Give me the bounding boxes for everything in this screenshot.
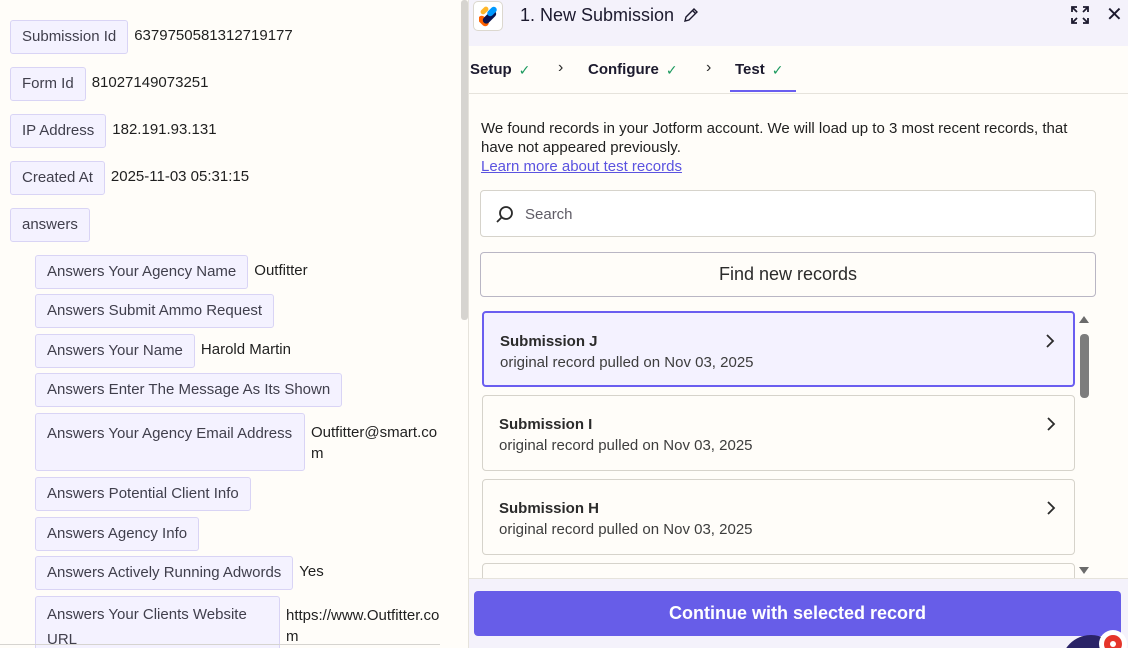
answer-value: Outfitter <box>254 262 308 279</box>
answer-key: Answers Potential Client Info <box>35 477 251 511</box>
field-value: 182.191.93.131 <box>112 121 217 138</box>
record-item[interactable]: Submission J original record pulled on N… <box>482 311 1075 387</box>
submission-data-panel: Submission Id 6379750581312719177 Form I… <box>0 0 468 648</box>
close-icon[interactable]: ✕ <box>1106 5 1123 25</box>
answer-key: Answers Your Name <box>35 334 195 368</box>
scroll-thumb[interactable] <box>1080 334 1089 398</box>
answer-value: Harold Martin <box>200 341 291 358</box>
search-input[interactable] <box>525 201 1075 227</box>
search-icon <box>496 206 513 223</box>
answer-key: Answers Submit Ammo Request <box>35 294 275 328</box>
step-drawer: 1. New Submission ✕ Setup ✓ › Configure … <box>468 0 1128 648</box>
answer-row: Answers Agency Info <box>35 517 200 551</box>
record-item[interactable]: Submission H original record pulled on N… <box>482 479 1075 555</box>
check-icon: ✓ <box>665 62 678 78</box>
notification-badge-icon <box>1099 630 1127 648</box>
record-item[interactable]: Submission I original record pulled on N… <box>482 395 1075 471</box>
answer-row: Answers Submit Ammo Request <box>35 294 275 328</box>
answer-row: Answers Your Agency Email Address Outfit… <box>35 413 445 471</box>
test-intro-text: We found records in your Jotform account… <box>481 120 1068 156</box>
field-submission-id: Submission Id 6379750581312719177 <box>10 20 293 54</box>
record-name: Submission J <box>500 333 598 350</box>
check-icon: ✓ <box>771 62 784 78</box>
tab-setup[interactable]: Setup ✓ <box>470 60 530 80</box>
answer-key: Answers Your Clients Website URL <box>35 596 280 648</box>
answer-value: https://www.Outfitter.com <box>286 607 440 645</box>
field-value: 6379750581312719177 <box>134 27 293 44</box>
answer-value: Yes <box>299 563 324 580</box>
field-created-at: Created At 2025-11-03 05:31:15 <box>10 161 249 195</box>
record-item[interactable] <box>482 563 1075 578</box>
scroll-down-arrow-icon[interactable] <box>1079 567 1089 574</box>
drawer-footer: Continue with selected record <box>469 578 1128 648</box>
record-subtitle: original record pulled on Nov 03, 2025 <box>500 354 754 371</box>
tab-label: Setup <box>470 61 512 78</box>
expand-icon[interactable] <box>1070 5 1090 30</box>
record-name: Submission I <box>499 416 593 433</box>
answer-row: Answers Enter The Message As Its Shown <box>35 373 343 407</box>
records-list: Submission J original record pulled on N… <box>480 308 1077 578</box>
answer-key: Answers Your Agency Email Address <box>35 413 305 471</box>
field-key: Created At <box>10 161 105 195</box>
field-key: Submission Id <box>10 20 129 54</box>
divider <box>0 644 440 645</box>
step-tabs: Setup ✓ › Configure ✓ › Test ✓ <box>469 46 1128 94</box>
chevron-right-icon <box>1047 501 1056 515</box>
tab-configure[interactable]: Configure ✓ <box>588 60 678 80</box>
answer-row: Answers Your Clients Website URL https:/… <box>35 596 445 648</box>
chevron-right-icon <box>1046 334 1055 348</box>
answer-key: Answers Agency Info <box>35 517 200 551</box>
chevron-right-icon: › <box>706 59 712 76</box>
answer-key: Answers Enter The Message As Its Shown <box>35 373 343 407</box>
scroll-up-arrow-icon[interactable] <box>1079 316 1089 323</box>
active-tab-indicator <box>730 90 796 92</box>
drawer-header: 1. New Submission ✕ <box>469 0 1128 46</box>
record-name: Submission H <box>499 500 600 517</box>
chevron-right-icon: › <box>558 59 564 76</box>
field-answers: answers <box>10 208 90 242</box>
continue-with-selected-record-button[interactable]: Continue with selected record <box>474 591 1121 636</box>
records-scrollbar[interactable] <box>1077 314 1091 576</box>
check-icon: ✓ <box>518 62 531 78</box>
chevron-right-icon <box>1047 417 1056 431</box>
field-key: answers <box>10 208 90 242</box>
learn-more-link[interactable]: Learn more about test records <box>481 157 682 176</box>
jotform-logo-icon <box>473 1 503 31</box>
field-key: Form Id <box>10 67 86 101</box>
field-form-id: Form Id 81027149073251 <box>10 67 208 101</box>
record-subtitle: original record pulled on Nov 03, 2025 <box>499 521 753 538</box>
field-key: IP Address <box>10 114 107 148</box>
record-subtitle: original record pulled on Nov 03, 2025 <box>499 437 753 454</box>
answer-row: Answers Potential Client Info <box>35 477 251 511</box>
answer-key: Answers Actively Running Adwords <box>35 556 294 590</box>
tab-label: Test <box>735 61 765 78</box>
step-title: 1. New Submission <box>520 5 675 25</box>
answer-row: Answers Actively Running Adwords Yes <box>35 556 324 590</box>
find-new-records-button[interactable]: Find new records <box>480 252 1096 297</box>
answer-row: Answers Your Name Harold Martin <box>35 334 291 368</box>
field-value: 2025-11-03 05:31:15 <box>110 168 250 185</box>
field-value: 81027149073251 <box>91 74 209 91</box>
record-search[interactable] <box>480 190 1096 237</box>
answer-key: Answers Your Agency Name <box>35 255 249 289</box>
field-ip-address: IP Address 182.191.93.131 <box>10 114 217 148</box>
answer-value: Outfitter@smart.com <box>311 424 438 462</box>
tab-test[interactable]: Test ✓ <box>735 60 783 80</box>
pencil-icon[interactable] <box>683 7 699 28</box>
answer-row: Answers Your Agency Name Outfitter <box>35 255 308 289</box>
tab-label: Configure <box>588 61 659 78</box>
left-panel-scrollbar[interactable] <box>461 0 468 320</box>
